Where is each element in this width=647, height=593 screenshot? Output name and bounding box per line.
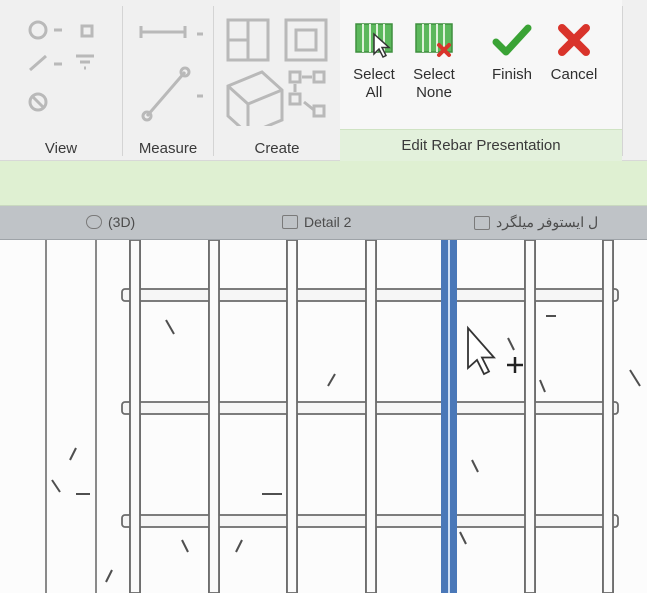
- view-tab-label: Detail 2: [304, 214, 352, 230]
- view-panel: View: [0, 0, 122, 161]
- cancel-label: Cancel: [550, 66, 598, 83]
- finish-label: Finish: [491, 66, 532, 83]
- view-tab-label: (3D): [108, 214, 136, 230]
- view-tab-section[interactable]: ل ایستوفر میلگرد: [474, 214, 598, 231]
- select-none-icon: [414, 20, 454, 60]
- select-none-label-line1: Select: [413, 66, 455, 83]
- measure-tools-icon: [133, 16, 213, 126]
- select-none-button[interactable]: Select None: [404, 14, 464, 124]
- select-all-icon: [354, 20, 394, 60]
- rebar-drawing: [45, 240, 641, 593]
- view-panel-title: View: [44, 140, 78, 157]
- select-all-button[interactable]: Select All: [344, 14, 404, 124]
- cancel-button[interactable]: Cancel: [544, 14, 604, 124]
- view-tab-bar: (3D) Detail 2 ل ایستوفر میلگرد: [0, 206, 647, 240]
- view-tools-icon: [24, 16, 114, 126]
- drawing-canvas[interactable]: [0, 240, 647, 593]
- view-tab-label: ل ایستوفر میلگرد: [496, 214, 599, 230]
- edit-rebar-presentation-panel: Select All Select None Finish Cancel Edi…: [340, 0, 622, 161]
- panel-separator: [622, 6, 623, 156]
- finish-button[interactable]: Finish: [482, 14, 542, 124]
- close-icon: [554, 20, 594, 60]
- detail-view-icon: [282, 215, 298, 229]
- ribbon: View Measure Create Select All Select No…: [0, 0, 647, 161]
- mouse-cursor-icon: [467, 325, 523, 376]
- create-tools-icon: [220, 16, 340, 126]
- checkmark-icon: [492, 20, 532, 60]
- wall-lines: [45, 240, 97, 593]
- create-panel: Create: [214, 0, 340, 161]
- create-panel-title: Create: [254, 140, 300, 157]
- measure-panel: Measure: [123, 0, 213, 161]
- view-tab-detail-2[interactable]: Detail 2: [282, 214, 351, 230]
- section-view-icon: [474, 215, 490, 230]
- contextual-tab-strip: [0, 161, 647, 206]
- selected-rebar: [441, 240, 457, 593]
- select-all-label-line1: Select: [353, 66, 395, 83]
- measure-panel-title: Measure: [138, 140, 198, 157]
- edit-rebar-presentation-title: Edit Rebar Presentation: [401, 137, 561, 154]
- select-all-label-line2: All: [365, 84, 383, 101]
- view-tab-3d[interactable]: (3D): [86, 214, 135, 230]
- 3d-view-icon: [86, 215, 102, 229]
- select-none-label-line2: None: [416, 84, 452, 101]
